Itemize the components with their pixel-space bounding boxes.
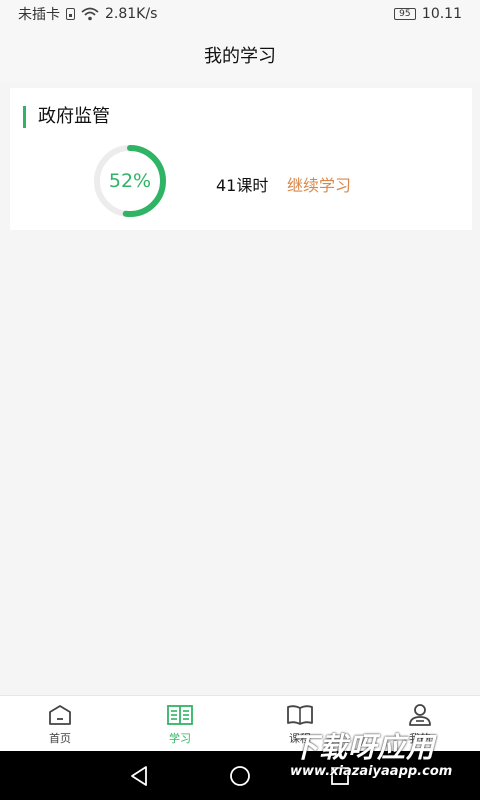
progress-label: 52% — [108, 170, 152, 192]
clock: 10.11 — [421, 6, 462, 22]
carrier-text: 未插卡 — [18, 7, 60, 23]
watermark-url: www.xiazaiyaapp.com — [290, 764, 453, 779]
sim-icon — [66, 8, 75, 20]
tab-study-label: 学习 — [169, 731, 191, 745]
home-circle-icon[interactable] — [226, 763, 254, 789]
home-icon — [49, 704, 71, 725]
status-right: 95 10.11 — [393, 6, 462, 22]
tab-study[interactable]: 学习 — [120, 696, 240, 752]
status-bar: 未插卡 2.81K/s 95 10.11 — [0, 0, 480, 28]
study-book-icon — [167, 704, 193, 725]
continue-study-link[interactable]: 继续学习 — [287, 172, 351, 196]
progress-ring: 52% — [85, 144, 175, 234]
watermark-text: 下载呀应用 — [290, 731, 436, 764]
status-left: 未插卡 2.81K/s — [18, 4, 157, 24]
watermark: 下载呀应用 www.xiazaiyaapp.com — [290, 732, 480, 800]
tab-home-label: 首页 — [49, 731, 71, 745]
battery-icon: 95 — [393, 8, 416, 20]
page-header: 我的学习 — [0, 28, 480, 82]
course-card[interactable]: 政府监管 52% 41课时 继续学习 — [10, 88, 472, 230]
user-icon — [409, 703, 431, 726]
tab-home[interactable]: 首页 — [0, 696, 120, 752]
course-hours: 41课时 — [216, 176, 269, 195]
network-speed: 2.81K/s — [105, 6, 158, 22]
page-title: 我的学习 — [204, 46, 276, 67]
course-title: 政府监管 — [23, 106, 110, 128]
wifi-icon — [81, 7, 99, 21]
open-book-icon — [287, 704, 313, 725]
back-icon[interactable] — [126, 763, 154, 789]
